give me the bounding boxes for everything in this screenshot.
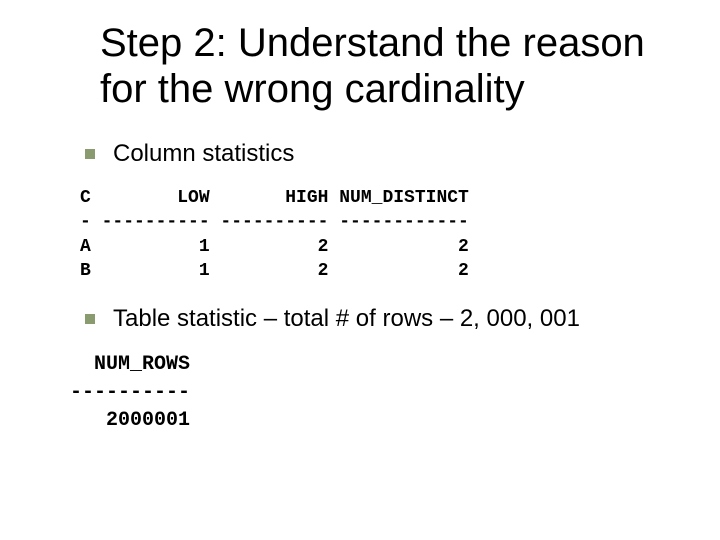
bullet-icon <box>85 314 95 324</box>
bullet-icon <box>85 149 95 159</box>
bullet-text: Table statistic – total # of rows – 2, 0… <box>113 305 580 333</box>
slide-title: Step 2: Understand the reason for the wr… <box>100 20 680 112</box>
bullet-text: Column statistics <box>113 140 294 168</box>
bullet-table-statistic: Table statistic – total # of rows – 2, 0… <box>85 305 680 333</box>
bullet-column-statistics: Column statistics <box>85 140 680 168</box>
column-stats-table: C LOW HIGH NUM_DISTINCT - ---------- ---… <box>80 186 680 283</box>
num-rows-table: NUM_ROWS ---------- 2000001 <box>70 351 680 435</box>
slide: Step 2: Understand the reason for the wr… <box>0 0 720 540</box>
